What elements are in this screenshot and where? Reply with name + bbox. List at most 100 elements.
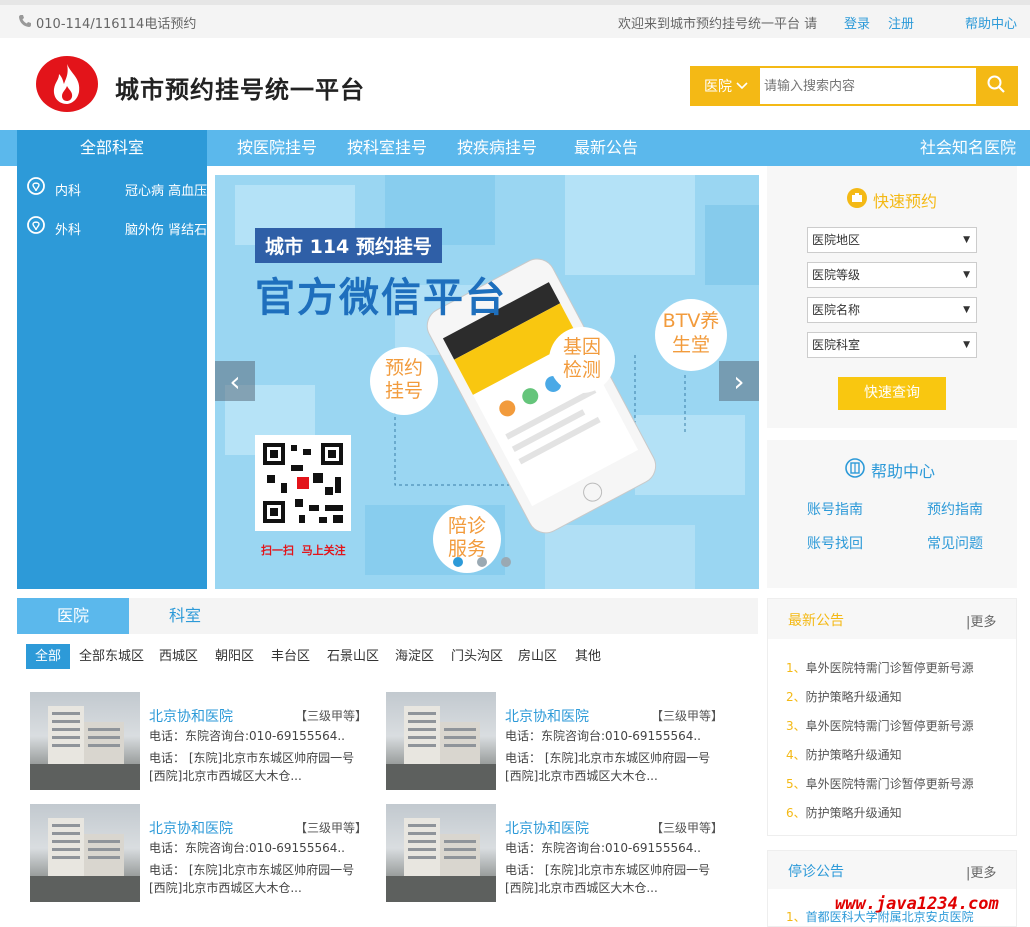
district-item[interactable]: 门头沟区 [451,644,503,669]
hospital-photo[interactable] [386,804,496,902]
hospital-name[interactable]: 北京协和医院 [149,818,233,838]
hospital-address: [西院]北京市西城区大木仓... [149,881,302,895]
book-icon [845,458,865,482]
chevron-left-icon: ‹ [229,364,241,398]
quick-appointment-panel: 快速预约 医院地区 ▼ 医院等级 ▼ 医院名称 ▼ 医院科室 ▼ 快速查询 [767,166,1017,428]
notice-text: 阜外医院特需门诊暂停更新号源 [805,719,974,733]
hospital-name[interactable]: 北京协和医院 [149,706,233,726]
caret-down-icon: ▼ [963,340,970,350]
latest-notices-more-link[interactable]: |更多 [966,611,996,630]
hospital-phone: 电话：东院咨询台:010-69155564.. [505,729,701,743]
notice-item[interactable]: 2、防护策略升级通知 [786,688,902,705]
hospital-photo[interactable] [386,692,496,790]
hospital-phone: 电话：东院咨询台:010-69155564.. [149,841,345,855]
nav-item-by-disease[interactable]: 按疾病挂号 [457,130,537,166]
carousel-dot-active[interactable] [453,557,463,567]
search-category-dropdown[interactable]: 医院 [692,68,760,104]
district-item[interactable]: 房山区 [518,644,557,669]
help-link-booking-guide[interactable]: 预约指南 [927,499,983,519]
hospital-address: [西院]北京市西城区大木仓... [149,769,302,783]
nav-item-famous-hospitals[interactable]: 社会知名医院 [920,130,1016,166]
carousel-dot[interactable] [501,557,511,567]
nav-item-by-department[interactable]: 按科室挂号 [347,130,427,166]
suspension-notices-header: 停诊公告 |更多 [768,851,1016,889]
hospital-card[interactable]: 北京协和医院 【三级甲等】 电话：东院咨询台:010-69155564.. 电话… [30,692,370,792]
district-item[interactable]: 其他 [575,644,601,669]
notice-number: 6、 [786,806,806,820]
district-item[interactable]: 石景山区 [327,644,379,669]
select-hospital-grade[interactable]: 医院等级 ▼ [807,262,977,288]
hospital-card[interactable]: 北京协和医院 【三级甲等】 电话：东院咨询台:010-69155564.. 电话… [386,804,726,904]
department-item-internal[interactable]: 内科 冠心病 高血压 [25,176,207,202]
search-input[interactable] [760,68,976,104]
district-item[interactable]: 海淀区 [395,644,434,669]
help-center-panel: 帮助中心 账号指南 预约指南 账号找回 常见问题 [767,440,1017,588]
suspension-notices-more-link[interactable]: |更多 [966,862,996,881]
briefcase-icon [847,188,867,212]
notice-text: 防护策略升级通知 [805,748,902,762]
notice-item[interactable]: 4、防护策略升级通知 [786,746,902,763]
help-center-link[interactable]: 帮助中心 [965,13,1017,32]
help-link-account-recovery[interactable]: 账号找回 [807,533,863,553]
help-center-title: 帮助中心 [845,458,935,482]
notice-text: 阜外医院特需门诊暂停更新号源 [805,777,974,791]
notice-item[interactable]: 6、防护策略升级通知 [786,804,902,821]
department-name: 外科 [55,222,82,238]
caret-down-icon: ▼ [963,305,970,315]
latest-notices-header: 最新公告 |更多 [768,599,1016,639]
department-subitems[interactable]: 冠心病 高血压 [125,180,207,199]
search-category-label: 医院 [704,79,732,95]
hospital-address: 电话： [东院]北京市东城区帅府园一号 [149,751,355,765]
tab-department[interactable]: 科室 [129,598,241,634]
hospital-name[interactable]: 北京协和医院 [505,706,589,726]
bubble-appointment: 预约挂号 [370,347,438,415]
nav-all-departments[interactable]: 全部科室 [17,130,207,166]
hospital-photo[interactable] [30,804,140,902]
login-link[interactable]: 登录 [844,13,870,32]
caret-down-icon: ▼ [963,235,970,245]
quick-search-button[interactable]: 快速查询 [838,377,946,410]
site-title: 城市预约挂号统一平台 [115,76,365,104]
register-link[interactable]: 注册 [888,13,914,32]
select-hospital-department[interactable]: 医院科室 ▼ [807,332,977,358]
help-link-account-guide[interactable]: 账号指南 [807,499,863,519]
department-name: 内科 [55,183,82,199]
hospital-card[interactable]: 北京协和医院 【三级甲等】 电话：东院咨询台:010-69155564.. 电话… [30,804,370,904]
logo-flame-icon[interactable] [36,56,98,112]
notice-number: 1、 [786,910,806,924]
qr-code [255,435,351,531]
department-subitems[interactable]: 脑外伤 肾结石 [125,219,207,238]
hospital-name[interactable]: 北京协和医院 [505,818,589,838]
district-item[interactable]: 西城区 [159,644,198,669]
nav-item-announcements[interactable]: 最新公告 [574,130,638,166]
caret-down-icon: ▼ [963,270,970,280]
carousel-next-button[interactable]: › [719,361,759,401]
district-all[interactable]: 全部 [26,644,71,669]
notice-item[interactable]: 3、阜外医院特需门诊暂停更新号源 [786,717,974,734]
quick-appointment-title: 快速预约 [847,188,937,212]
search-button[interactable] [976,68,1016,104]
district-item[interactable]: 朝阳区 [215,644,254,669]
district-item[interactable]: 全部东城区 [79,644,144,669]
select-hospital-name[interactable]: 医院名称 ▼ [807,297,977,323]
help-link-faq[interactable]: 常见问题 [927,533,983,553]
help-center-label: 帮助中心 [871,462,936,481]
hospital-card[interactable]: 北京协和医院 【三级甲等】 电话：东院咨询台:010-69155564.. 电话… [386,692,726,792]
tab-hospital[interactable]: 医院 [17,598,129,634]
carousel-prev-button[interactable]: ‹ [215,361,255,401]
notice-item[interactable]: 5、阜外医院特需门诊暂停更新号源 [786,775,974,792]
hospital-address: 电话： [东院]北京市东城区帅府园一号 [149,863,355,877]
carousel-dots [453,557,511,567]
carousel-dot[interactable] [477,557,487,567]
notice-item[interactable]: 1、阜外医院特需门诊暂停更新号源 [786,659,974,676]
watermark-text: www.java1234.com [835,894,999,914]
search-bar: 医院 [690,66,1018,106]
district-item[interactable]: 丰台区 [271,644,310,669]
select-hospital-region[interactable]: 医院地区 ▼ [807,227,977,253]
department-panel: 内科 冠心病 高血压 外科 脑外伤 肾结石 [17,166,207,589]
banner-carousel[interactable]: 城市 114 预约挂号 官方微信平台 预约挂号 基因检测 BTV养生堂 陪诊服务… [215,175,759,589]
chevron-right-icon: › [733,364,745,398]
hospital-photo[interactable] [30,692,140,790]
department-item-surgery[interactable]: 外科 脑外伤 肾结石 [25,215,207,241]
nav-item-by-hospital[interactable]: 按医院挂号 [237,130,317,166]
